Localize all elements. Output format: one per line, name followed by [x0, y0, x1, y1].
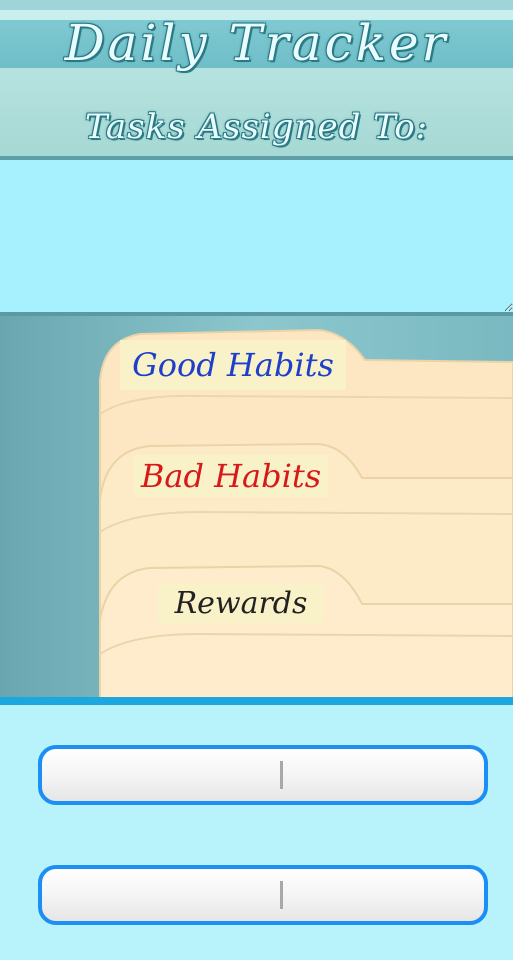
segment-divider	[280, 881, 283, 909]
tab-good-habits[interactable]: Good Habits	[120, 340, 346, 390]
assignee-field[interactable]	[0, 160, 513, 312]
tab-rewards[interactable]: Rewards	[158, 583, 324, 623]
header: Daily Tracker Tasks Assigned To:	[0, 0, 513, 160]
segment-divider	[280, 761, 283, 789]
tasks-assigned-label: Tasks Assigned To:	[84, 107, 429, 147]
bottom-divider	[0, 697, 513, 705]
segmented-button-1[interactable]	[38, 745, 488, 805]
header-stripe	[0, 0, 513, 10]
tab-bad-habits[interactable]: Bad Habits	[134, 455, 328, 497]
app-title: Daily Tracker	[64, 14, 449, 72]
segmented-button-2[interactable]	[38, 865, 488, 925]
